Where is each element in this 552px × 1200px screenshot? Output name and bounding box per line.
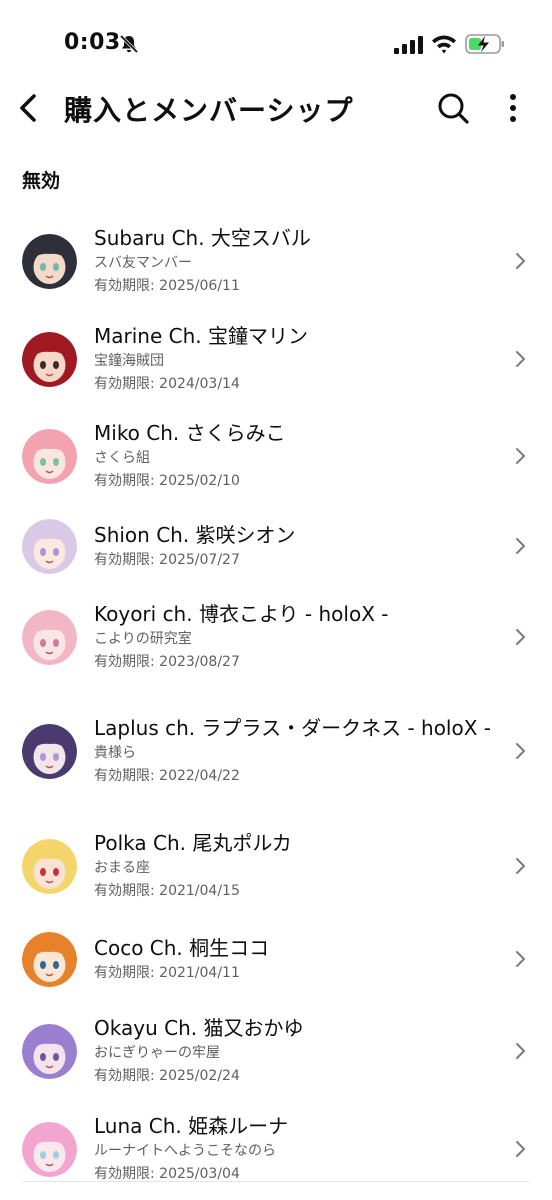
membership-name: こよりの研究室 <box>94 631 192 647</box>
membership-text: Luna Ch. 姫森ルーナルーナイトへようこそなのら 有効期限: 2025/03… <box>94 1112 502 1186</box>
membership-name: ルーナイトへようこそなのら <box>94 1143 276 1159</box>
membership-text: Subaru Ch. 大空スバルスバ友マンバー有効期限: 2025/06/11 <box>94 224 502 298</box>
membership-name: 宝鐘海賊団 <box>94 353 164 369</box>
divider <box>22 1181 530 1182</box>
chevron-right-icon <box>516 1141 525 1157</box>
membership-name: スバ友マンバー <box>94 255 192 271</box>
channel-name: Marine Ch. 宝鐘マリン <box>94 324 308 348</box>
channel-avatar <box>22 519 77 574</box>
channel-name: Shion Ch. 紫咲シオン <box>94 523 296 547</box>
channel-name: Miko Ch. さくらみこ <box>94 421 286 445</box>
membership-item[interactable]: Laplus ch. ラプラス・ダークネス - holoX - 貴様ら有効期限: … <box>0 686 552 816</box>
expiry-date: 有効期限: 2021/04/11 <box>94 965 240 981</box>
bell-off-icon <box>119 34 139 54</box>
back-button[interactable] <box>10 88 46 128</box>
status-bar: 0:03 <box>0 0 552 90</box>
chevron-right-icon <box>516 448 525 464</box>
membership-name: さくら組 <box>94 450 150 466</box>
chevron-right-icon <box>516 351 525 367</box>
chevron-right-icon <box>516 538 525 554</box>
membership-item[interactable]: Koyori ch. 博衣こより - holoX - こよりの研究室有効期限: 2… <box>0 588 552 686</box>
membership-item[interactable]: Luna Ch. 姫森ルーナルーナイトへようこそなのら 有効期限: 2025/03… <box>0 1100 552 1198</box>
expiry-date: 有効期限: 2025/07/27 <box>94 552 240 568</box>
membership-item[interactable]: Coco Ch. 桐生ココ有効期限: 2021/04/11 <box>0 916 552 1002</box>
membership-name: 貴様ら <box>94 745 136 761</box>
channel-avatar <box>22 429 77 484</box>
channel-avatar <box>22 932 77 987</box>
channel-name: Luna Ch. 姫森ルーナ <box>94 1114 289 1138</box>
status-time: 0:03 <box>64 30 121 55</box>
channel-avatar <box>22 610 77 665</box>
channel-name: Coco Ch. 桐生ココ <box>94 936 270 960</box>
membership-item[interactable]: Polka Ch. 尾丸ポルカおまる座有効期限: 2021/04/15 <box>0 816 552 916</box>
channel-avatar <box>22 1122 77 1177</box>
signal-icon <box>394 36 423 54</box>
membership-item[interactable]: Shion Ch. 紫咲シオン有効期限: 2025/07/27 <box>0 504 552 588</box>
expiry-date: 有効期限: 2025/02/24 <box>94 1068 240 1084</box>
more-vert-icon[interactable] <box>500 90 526 126</box>
expiry-date: 有効期限: 2025/03/04 <box>94 1166 240 1182</box>
wifi-icon <box>432 35 456 54</box>
channel-avatar <box>22 839 77 894</box>
battery-charging-icon <box>465 34 504 54</box>
channel-name: Polka Ch. 尾丸ポルカ <box>94 831 292 855</box>
channel-name: Laplus ch. ラプラス・ダークネス - holoX - <box>94 716 492 740</box>
section-title: 無効 <box>22 170 61 192</box>
membership-text: Okayu Ch. 猫又おかゆおにぎりゃーの牢屋有効期限: 2025/02/24 <box>94 1014 502 1088</box>
app-header: 購入とメンバーシップ <box>0 80 552 136</box>
membership-item[interactable]: Okayu Ch. 猫又おかゆおにぎりゃーの牢屋有効期限: 2025/02/24 <box>0 1002 552 1100</box>
membership-name: おにぎりゃーの牢屋 <box>94 1045 220 1061</box>
page-title: 購入とメンバーシップ <box>64 94 354 127</box>
membership-text: Marine Ch. 宝鐘マリン宝鐘海賊団有効期限: 2024/03/14 <box>94 322 502 396</box>
membership-item[interactable]: Marine Ch. 宝鐘マリン宝鐘海賊団有効期限: 2024/03/14 <box>0 310 552 407</box>
expiry-date: 有効期限: 2022/04/22 <box>94 768 240 784</box>
channel-name: Koyori ch. 博衣こより - holoX - <box>94 602 389 626</box>
membership-text: Koyori ch. 博衣こより - holoX - こよりの研究室有効期限: 2… <box>94 600 502 674</box>
channel-avatar <box>22 332 77 387</box>
channel-avatar <box>22 724 77 779</box>
channel-avatar <box>22 234 77 289</box>
chevron-right-icon <box>516 1043 525 1059</box>
membership-item[interactable]: Subaru Ch. 大空スバルスバ友マンバー有効期限: 2025/06/11 <box>0 212 552 310</box>
channel-name: Okayu Ch. 猫又おかゆ <box>94 1016 304 1040</box>
membership-text: Shion Ch. 紫咲シオン有効期限: 2025/07/27 <box>94 521 502 572</box>
expiry-date: 有効期限: 2021/04/15 <box>94 883 240 899</box>
chevron-right-icon <box>516 951 525 967</box>
expiry-date: 有効期限: 2023/08/27 <box>94 654 240 670</box>
channel-name: Subaru Ch. 大空スバル <box>94 226 311 250</box>
chevron-right-icon <box>516 858 525 874</box>
membership-name: おまる座 <box>94 860 150 876</box>
membership-text: Miko Ch. さくらみこさくら組有効期限: 2025/02/10 <box>94 419 502 493</box>
chevron-right-icon <box>516 253 525 269</box>
membership-text: Polka Ch. 尾丸ポルカおまる座有効期限: 2021/04/15 <box>94 829 502 903</box>
expiry-date: 有効期限: 2025/02/10 <box>94 473 240 489</box>
search-icon[interactable] <box>435 90 471 126</box>
chevron-right-icon <box>516 629 525 645</box>
membership-item[interactable]: Miko Ch. さくらみこさくら組有効期限: 2025/02/10 <box>0 407 552 504</box>
channel-avatar <box>22 1024 77 1079</box>
membership-text: Coco Ch. 桐生ココ有効期限: 2021/04/11 <box>94 934 502 985</box>
chevron-right-icon <box>516 743 525 759</box>
expiry-date: 有効期限: 2025/06/11 <box>94 278 240 294</box>
membership-text: Laplus ch. ラプラス・ダークネス - holoX - 貴様ら有効期限: … <box>94 714 502 788</box>
expiry-date: 有効期限: 2024/03/14 <box>94 376 240 392</box>
